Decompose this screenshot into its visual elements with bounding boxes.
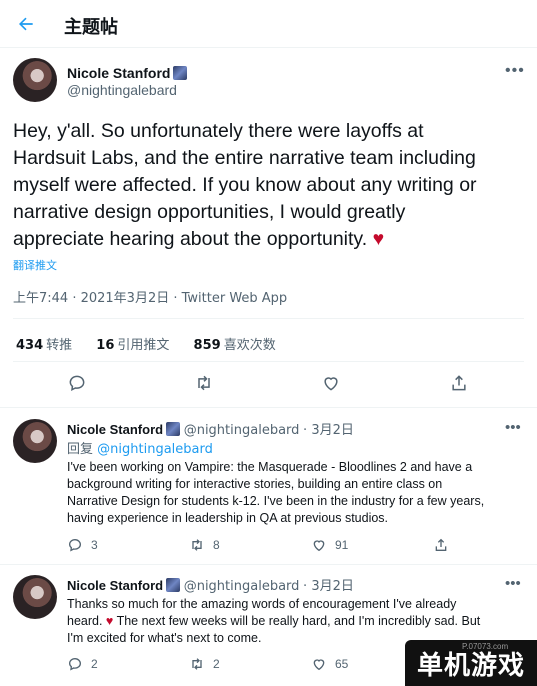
more-icon[interactable]: ••• [505,62,525,80]
share-icon[interactable] [448,372,470,394]
tweet-author: Nicole Stanford @nightingalebard ••• [13,58,533,108]
divider [13,361,524,362]
tweet-line: narrative design opportunities, I would … [13,201,406,223]
reply-date[interactable]: 3月2日 [311,423,354,438]
tweet-line: Hardsuit Labs, and the entire narrative … [13,147,476,169]
avatar[interactable] [13,575,57,619]
retweet-count: 2 [213,657,220,671]
divider [0,407,537,408]
quotes-count: 16 [96,338,115,353]
watermark-url: P.07073.com [462,642,509,651]
reply-count: 2 [91,657,98,671]
more-icon[interactable]: ••• [505,575,521,592]
avatar[interactable] [13,419,57,463]
divider [0,564,537,565]
likes-count: 859 [193,338,221,353]
retweet-icon[interactable] [193,372,215,394]
heart-emoji: ♥ [105,614,114,628]
reply-line: heard. ♥ The next few weeks will be real… [67,614,481,628]
retweet-button[interactable]: 8 [189,537,220,553]
retweet-button[interactable]: 2 [189,656,220,672]
translate-link[interactable]: 翻译推文 [13,257,57,273]
reply-actions: 3 8 91 [67,537,467,555]
like-count: 91 [335,538,349,552]
retweets-count: 434 [16,338,44,353]
page-title: 主题帖 [64,17,118,38]
reply-button[interactable]: 2 [67,656,98,672]
author-name-text: Nicole Stanford [67,65,171,81]
divider [13,318,524,319]
tweet-text: Hey, y'all. So unfortunately there were … [13,118,523,253]
reply-to: 回复 @nightingalebard [67,438,213,457]
like-button[interactable]: 91 [311,537,348,553]
tweet-line: appreciate hearing about the opportunity… [13,226,523,253]
retweet-icon [192,658,202,670]
retweet-count: 8 [213,538,220,552]
share-icon[interactable] [433,537,449,553]
tweet-actions [0,372,537,400]
author-name[interactable]: Nicole Stanford [67,65,188,81]
reply-line: having experience in leadership in QA at… [67,511,389,525]
author-handle[interactable]: @nightingalebard [67,82,177,98]
reply-line: background writing for interactive stori… [67,477,443,491]
reply-line: I've been working on Vampire: the Masque… [67,460,473,474]
reply-author-name[interactable]: Nicole Stanford [67,422,163,437]
tweet-line-text: appreciate hearing about the opportunity… [13,228,368,250]
reply-button[interactable]: 3 [67,537,98,553]
like-icon[interactable] [320,372,342,394]
tweet-line: myself were affected. If you know about … [13,174,477,196]
retweets-label: 转推 [46,338,73,353]
quotes-stat[interactable]: 16 引用推文 [96,338,169,353]
reply-to-handle[interactable]: @nightingalebard [97,442,213,457]
flag-icon [166,578,181,592]
tweet-line: Hey, y'all. So unfortunately there were … [13,120,424,142]
reply-to-label: 回复 [67,442,94,457]
tweet-stats: 434 转推 16 引用推文 859 喜欢次数 [16,334,296,353]
reply-tweet[interactable]: Nicole Stanford @nightingalebard · 3月2日 … [0,419,537,569]
reply-header: Nicole Stanford @nightingalebard · 3月2日 [67,575,354,594]
retweets-stat[interactable]: 434 转推 [16,338,72,353]
tweet-meta[interactable]: 上午7:44 · 2021年3月2日 · Twitter Web App [13,287,287,306]
like-icon [313,659,325,671]
reply-date[interactable]: 3月2日 [311,579,354,594]
like-count: 65 [335,657,349,671]
reply-author-handle[interactable]: @nightingalebard [184,423,300,438]
reply-count: 3 [91,538,98,552]
like-button[interactable]: 65 [311,656,348,672]
reply-header: Nicole Stanford @nightingalebard · 3月2日 [67,419,354,438]
like-icon [313,540,325,552]
reply-author-name[interactable]: Nicole Stanford [67,578,163,593]
avatar[interactable] [13,58,57,102]
more-icon[interactable]: ••• [505,419,521,436]
likes-stat[interactable]: 859 喜欢次数 [194,338,276,353]
top-bar: 主题帖 [0,0,537,48]
reply-icon[interactable] [66,372,88,394]
heart-emoji: ♥ [372,228,385,250]
back-arrow-icon[interactable] [14,12,38,36]
quotes-label: 引用推文 [117,338,170,353]
reply-line: Narrative Design for students k-12. I've… [67,494,485,508]
reply-icon [68,538,82,552]
flag-icon [166,422,181,436]
likes-label: 喜欢次数 [223,338,276,353]
reply-text: I've been working on Vampire: the Masque… [67,459,512,527]
reply-line: Thanks so much for the amazing words of … [67,597,457,611]
reply-icon [68,657,82,671]
reply-author-handle[interactable]: @nightingalebard [184,579,300,594]
retweet-icon [192,539,202,551]
flag-icon [173,66,188,80]
